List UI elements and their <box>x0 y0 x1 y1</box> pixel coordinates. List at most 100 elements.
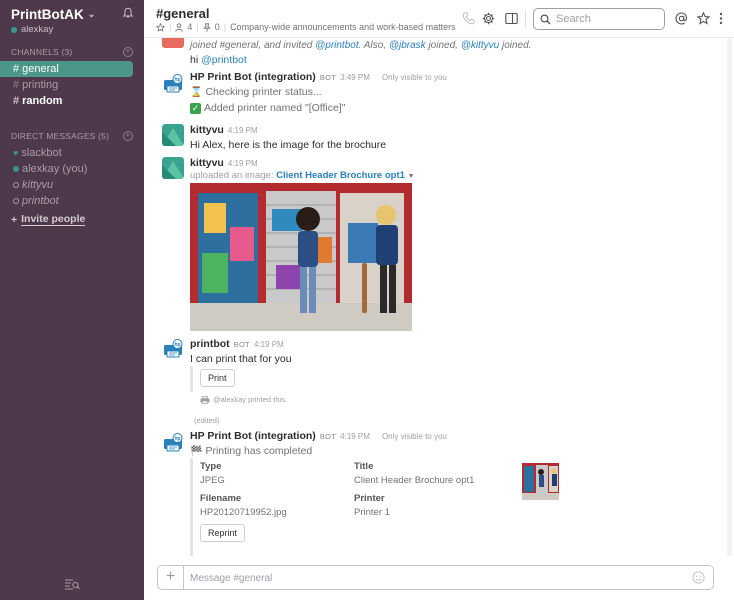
phone-icon[interactable] <box>462 12 475 25</box>
kittyvu-avatar <box>162 157 184 179</box>
pin-icon[interactable] <box>202 22 211 32</box>
message-text: Added printer named "[Office]" <box>204 102 346 114</box>
invite-people-link[interactable]: + Invite people <box>0 211 144 229</box>
star-icon[interactable] <box>156 22 165 32</box>
message-time[interactable]: 4:19 PM <box>254 340 284 349</box>
pin-count: 0 <box>214 22 220 32</box>
hp-bot-avatar: hp <box>164 74 183 93</box>
mention-link[interactable]: @printbot <box>315 40 359 51</box>
plus-icon: + <box>11 214 18 226</box>
join-joined: joined, <box>428 40 458 51</box>
reprint-button[interactable]: Reprint <box>200 524 246 542</box>
emoji-icon[interactable] <box>692 571 705 584</box>
sidebar-item-alexkay[interactable]: alexkay (you) <box>0 161 133 177</box>
field-label-title: Title <box>354 461 374 472</box>
channel-title[interactable]: #general <box>156 6 209 21</box>
visibility-note: Only visible to you <box>381 432 447 441</box>
team-header[interactable]: PrintBotAK ⌄ alexkay <box>0 0 144 36</box>
chevron-down-icon: ⌄ <box>87 9 96 19</box>
field-value-filename: HP20120719952.jpg <box>200 507 287 518</box>
channels-section-header[interactable]: CHANNELS (3) + <box>0 45 144 59</box>
sidebar-item-slackbot[interactable]: ♥ slackbot <box>0 145 133 161</box>
bell-icon[interactable] <box>122 7 134 19</box>
hash-icon: # <box>13 95 20 107</box>
message-pane[interactable]: joined #general, and invited @printbot. … <box>144 38 734 556</box>
team-name: PrintBotAK <box>11 7 84 22</box>
check-mark-icon: ✓ <box>190 103 201 114</box>
join-text: joined #general, and invited <box>190 40 313 51</box>
message-composer: + <box>157 565 714 590</box>
kittyvu-avatar <box>162 124 184 146</box>
mentions-icon[interactable] <box>675 12 688 25</box>
dm-name: alexkay (you) <box>22 163 88 175</box>
member-count: 4 <box>187 22 193 32</box>
dm-count: (5) <box>98 131 110 141</box>
gear-icon[interactable] <box>482 12 495 25</box>
thumbnail-image[interactable] <box>522 463 559 500</box>
field-label-type: Type <box>200 461 222 472</box>
presence-active-icon <box>11 26 17 33</box>
sidebar-item-random[interactable]: # random <box>0 93 133 109</box>
print-button[interactable]: Print <box>200 369 235 387</box>
uploaded-label: uploaded an image: <box>190 170 274 181</box>
scrollbar[interactable] <box>727 38 732 556</box>
attach-button[interactable]: + <box>158 566 184 589</box>
channel-name: printing <box>22 79 59 91</box>
add-dm-icon[interactable]: + <box>123 131 133 141</box>
message-time[interactable]: 4:19 PM <box>340 432 370 441</box>
message-author[interactable]: kittyvu <box>190 124 224 136</box>
channels-label: CHANNELS <box>11 47 59 57</box>
add-channel-icon[interactable]: + <box>123 47 133 57</box>
message-time[interactable]: 4:19 PM <box>228 159 258 168</box>
message-text: Printing has completed <box>205 445 313 457</box>
mention-link[interactable]: @printbot <box>201 54 247 66</box>
hp-bot-avatar: hp <box>164 433 183 452</box>
dm-section-header[interactable]: DIRECT MESSAGES (5) + <box>0 129 144 143</box>
hash-icon: # <box>13 79 20 91</box>
message-author[interactable]: kittyvu <box>190 157 224 169</box>
message-time[interactable]: 3:49 PM <box>340 73 370 82</box>
message-author[interactable]: HP Print Bot (integration) <box>190 71 316 83</box>
star-icon[interactable] <box>697 12 710 25</box>
visibility-note: Only visible to you <box>381 73 447 82</box>
sidebar: PrintBotAK ⌄ alexkay CHANNELS (3) + # ge… <box>0 0 144 600</box>
field-value-type: JPEG <box>200 475 225 486</box>
dm-name: slackbot <box>21 147 62 159</box>
bot-tag: BOT <box>319 73 337 82</box>
sidebar-item-printing[interactable]: # printing <box>0 77 133 93</box>
search-input[interactable] <box>556 13 656 25</box>
uploaded-image[interactable] <box>190 183 412 331</box>
more-vertical-icon[interactable] <box>718 12 724 25</box>
join-joined2: joined. <box>501 40 532 51</box>
caret-down-icon[interactable]: ▼ <box>408 173 415 180</box>
sidebar-item-kittyvu[interactable]: kittyvu <box>0 177 133 193</box>
message-input[interactable] <box>190 570 670 586</box>
message-text: hi @printbot <box>190 54 247 66</box>
channel-meta: | 4 | 0 | Company-wide announcements and… <box>156 22 456 32</box>
presence-away-icon <box>13 182 19 188</box>
message-text: Checking printer status... <box>205 86 322 98</box>
message-time[interactable]: 4:19 PM <box>228 126 258 135</box>
invite-label: Invite people <box>21 213 86 226</box>
quick-switcher-icon[interactable] <box>64 578 80 590</box>
member-icon[interactable] <box>175 22 184 32</box>
file-link[interactable]: Client Header Brochure opt1 <box>276 170 405 181</box>
sidebar-item-general[interactable]: # general <box>0 61 133 77</box>
search-box[interactable] <box>533 8 665 30</box>
message-author[interactable]: printbot <box>190 338 230 350</box>
dm-name: printbot <box>22 195 59 207</box>
message-text: Hi Alex, here is the image for the broch… <box>190 139 387 151</box>
sidebar-toggle-icon[interactable] <box>505 12 518 25</box>
mention-link[interactable]: @kittyvu <box>461 40 500 51</box>
field-label-filename: Filename <box>200 493 242 504</box>
edited-label: (edited) <box>194 416 220 425</box>
hourglass-icon: ⌛ <box>190 87 203 98</box>
message-author[interactable]: HP Print Bot (integration) <box>190 430 316 442</box>
sidebar-item-printbot[interactable]: printbot <box>0 193 133 209</box>
mention-link[interactable]: @jbrask <box>389 40 426 51</box>
message-text: I can print that for you <box>190 353 292 365</box>
bot-tag: BOT <box>233 340 250 349</box>
search-icon <box>540 13 551 24</box>
channel-header: #general | 4 | 0 | Company-wide announce… <box>144 0 734 38</box>
svg-text:hp: hp <box>174 77 180 83</box>
